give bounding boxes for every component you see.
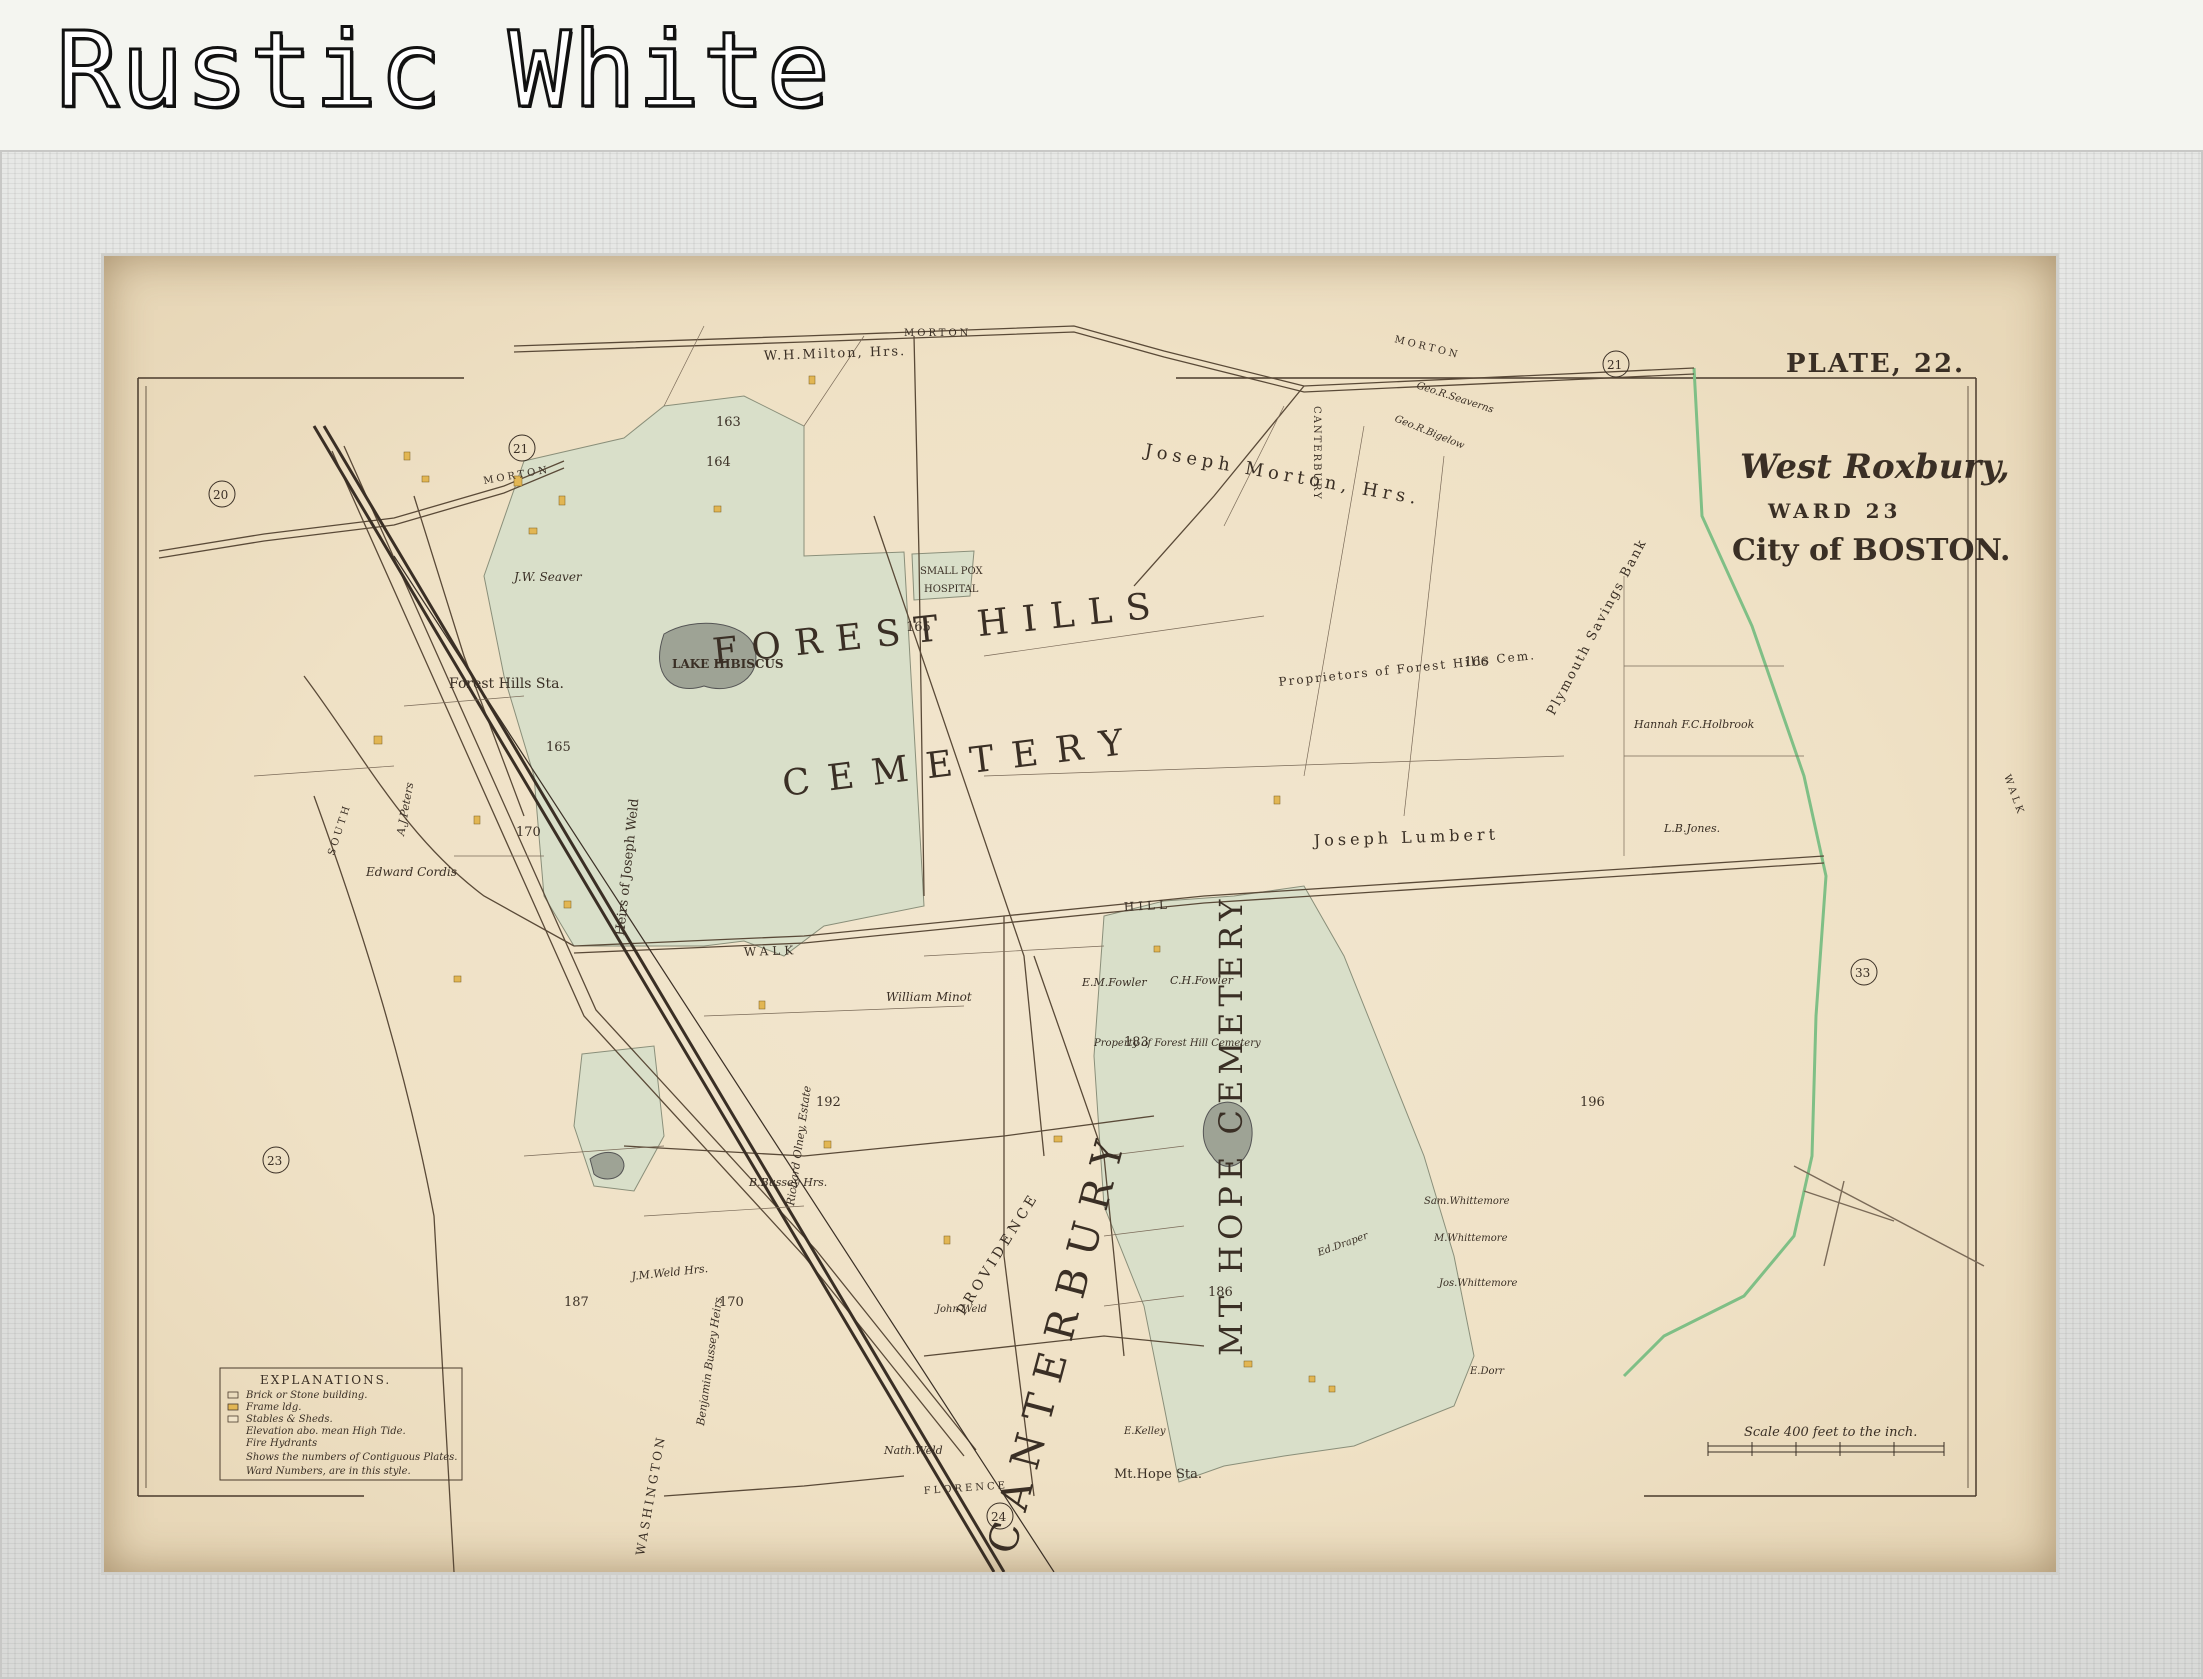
street-walk: WALK	[744, 943, 798, 959]
plate-num-165-weld: 165	[546, 740, 571, 755]
legend-item-frame: Frame ldg.	[245, 1402, 301, 1413]
label-lake-hibiscus: LAKE HIBISCUS	[672, 657, 784, 671]
owner-jw-seaver: J.W. Seaver	[511, 570, 583, 584]
plate-num-196: 196	[1580, 1095, 1605, 1110]
owner-joseph-morton: Joseph Morton, Hrs.	[1141, 440, 1422, 510]
owner-sam-whittemore: Sam.Whittemore	[1424, 1196, 1510, 1207]
owner-lb-jones: L.B.Jones.	[1663, 822, 1720, 835]
owner-aj-peters: A.J.Peters	[394, 781, 416, 838]
owner-plymouth: Plymouth Savings Bank	[1544, 536, 1650, 718]
plate-num-183: 183	[1124, 1035, 1149, 1050]
owner-em-fowler: E.M.Fowler	[1081, 976, 1147, 989]
roads	[158, 325, 1825, 1572]
street-morton-right: MORTON	[1393, 334, 1461, 361]
plate-num-164: 164	[706, 455, 731, 470]
plate-num-20: 20	[213, 488, 228, 502]
north-end-pond	[589, 1151, 625, 1180]
plate-num-33: 33	[1855, 966, 1870, 980]
owner-hannah: Hannah F.C.Holbrook	[1633, 718, 1755, 731]
owner-john-weld: John Weld	[934, 1304, 987, 1315]
legend-item-hydrants: Fire Hydrants	[245, 1438, 317, 1449]
owner-jm-weld: J.M.Weld Hrs.	[629, 1262, 709, 1283]
plate-num-170-a: 170	[516, 825, 541, 840]
street-morton-top: MORTON	[904, 328, 971, 339]
owner-william-minot: William Minot	[886, 990, 972, 1004]
page-title: Rustic White	[54, 9, 832, 131]
legend-box: EXPLANATIONS. Brick or Stone building. F…	[219, 1367, 463, 1481]
street-south: SOUTH	[326, 802, 353, 857]
legend-item-brick: Brick or Stone building.	[245, 1390, 367, 1401]
plate-num-23: 23	[267, 1154, 282, 1168]
street-hill: HILL	[1123, 898, 1171, 914]
legend-item-ward-numbers: Ward Numbers, are in this style.	[246, 1466, 411, 1477]
street-washington: WASHINGTON	[633, 1434, 668, 1557]
mt-hope-cemetery-area	[1093, 885, 1475, 1483]
scale-bar: Scale 400 feet to the inch.	[1707, 1425, 1945, 1456]
compass-rose	[1793, 1165, 1985, 1267]
owner-proprietors: Proprietors of Forest Hills Cem.	[1278, 648, 1537, 689]
map-title-city: City of BOSTON.	[1732, 533, 2010, 568]
owner-m-whittemore: M.Whittemore	[1433, 1233, 1508, 1244]
map-canvas: PLATE, 22. West Roxbury, WARD 23 City of…	[137, 325, 2026, 1572]
plate-num-166: 166	[1464, 655, 1489, 670]
owner-b-bussey: B.Bussey Hrs.	[748, 1176, 827, 1189]
plate-num-163: 163	[716, 415, 741, 430]
legend-item-stables: Stables & Sheds.	[246, 1414, 333, 1425]
plate-num-24: 24	[991, 1510, 1007, 1524]
legend-title: EXPLANATIONS.	[260, 1373, 391, 1387]
plate-num-165-cem: 165	[906, 620, 931, 635]
label-small-pox: SMALL POX	[920, 566, 984, 577]
owner-e-dorr: E.Dorr	[1469, 1366, 1505, 1377]
station-forest-hills: Forest Hills Sta.	[449, 676, 564, 692]
plate-label: PLATE, 22.	[1786, 349, 1965, 379]
owner-property-forest-hill: Property of Forest Hill Cemetery	[1093, 1038, 1261, 1049]
plate-num-170-b: 170	[719, 1295, 744, 1310]
scale-label: Scale 400 feet to the inch.	[1744, 1425, 1917, 1440]
plate-num-186: 186	[1208, 1285, 1233, 1300]
legend-item-contiguous: Shows the numbers of Contiguous Plates.	[246, 1452, 458, 1463]
label-canterbury: CANTERBURY	[979, 1123, 1137, 1559]
owner-e-kelley: E.Kelley	[1123, 1426, 1166, 1437]
street-walk-west: WALK	[2001, 773, 2026, 817]
legend-item-elevation: Elevation abo. mean High Tide.	[245, 1426, 406, 1437]
plate-num-21-left: 21	[513, 442, 528, 456]
plate-num-21-right: 21	[1607, 358, 1622, 372]
map-title-ward: WARD 23	[1767, 499, 1901, 523]
plate-num-192: 192	[816, 1095, 841, 1110]
map-title-west-roxbury: West Roxbury,	[1740, 447, 2010, 487]
owner-geo-bigelow: Geo.R.Bigelow	[1393, 414, 1466, 452]
station-mt-hope: Mt.Hope Sta.	[1114, 1467, 1202, 1482]
map-mat: PLATE, 22. West Roxbury, WARD 23 City of…	[104, 256, 2056, 1572]
label-hospital: HOSPITAL	[924, 584, 979, 595]
owner-nath-weld: Nath.Weld	[883, 1444, 943, 1457]
owner-joseph-lumbert: Joseph Lumbert	[1311, 825, 1499, 851]
owner-benjamin-bussey: Benjamin Bussey Heirs	[694, 1296, 725, 1427]
lot-lines	[253, 325, 1804, 1307]
plate-num-187: 187	[564, 1295, 589, 1310]
owner-jos-whittemore: Jos.Whittemore	[1437, 1278, 1517, 1289]
street-providence: PROVIDENCE	[954, 1190, 1043, 1318]
owner-edward-cordis: Edward Cordis	[365, 865, 457, 879]
owner-ch-fowler: C.H.Fowler	[1170, 974, 1234, 987]
owner-wh-milton: W.H.Milton, Hrs.	[764, 344, 907, 364]
